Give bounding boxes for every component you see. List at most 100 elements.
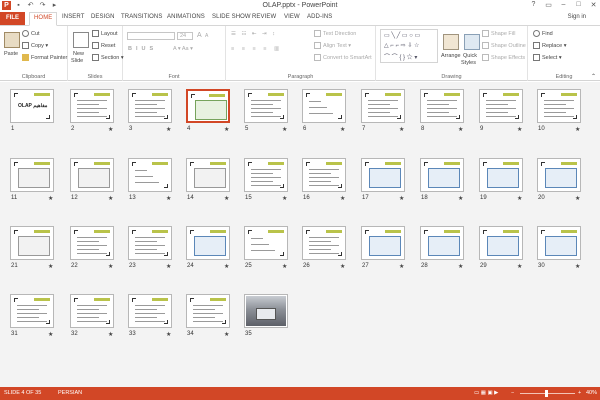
shape-effects-button[interactable]: Shape Effects (482, 54, 525, 61)
shape-outline-button[interactable]: Shape Outline (482, 42, 526, 49)
tab-design[interactable]: DESIGN (91, 14, 115, 20)
transition-star-icon[interactable]: ★ (458, 126, 463, 133)
slide-thumbnail[interactable] (70, 226, 114, 260)
transition-star-icon[interactable]: ★ (108, 195, 113, 202)
slide-thumbnail[interactable] (70, 158, 114, 192)
slide-thumbnail[interactable] (420, 158, 464, 192)
transition-star-icon[interactable]: ★ (166, 331, 171, 338)
transition-star-icon[interactable]: ★ (224, 195, 229, 202)
slide-thumbnail[interactable] (128, 89, 172, 123)
transition-star-icon[interactable]: ★ (282, 195, 287, 202)
tab-animations[interactable]: ANIMATIONS (167, 14, 205, 20)
paste-button[interactable]: Paste (4, 51, 18, 57)
alignment-buttons[interactable]: ≡ ≡ ≡ ≡ ▥ (231, 46, 282, 52)
transition-star-icon[interactable]: ★ (48, 331, 53, 338)
transition-star-icon[interactable]: ★ (48, 195, 53, 202)
arrange-button[interactable]: Arrange (441, 53, 461, 59)
quick-styles-icon[interactable] (464, 34, 480, 50)
layout-button[interactable]: Layout (92, 30, 118, 37)
slide-thumbnail[interactable] (479, 158, 523, 192)
tab-review[interactable]: REVIEW (252, 14, 276, 20)
transition-star-icon[interactable]: ★ (340, 126, 345, 133)
transition-star-icon[interactable]: ★ (517, 263, 522, 270)
sign-in-link[interactable]: Sign in (568, 14, 586, 20)
paste-icon[interactable] (4, 32, 20, 48)
new-slide-button[interactable]: New (73, 51, 84, 57)
font-color-button[interactable]: A ▾ Aa ▾ (173, 46, 193, 52)
grow-font-button[interactable]: A (197, 32, 202, 39)
slide-thumbnail[interactable] (128, 158, 172, 192)
transition-star-icon[interactable]: ★ (575, 126, 580, 133)
slide-thumbnail[interactable] (537, 226, 581, 260)
slide-thumbnail[interactable] (186, 89, 230, 123)
align-text-button[interactable]: Align Text ▾ (314, 42, 351, 49)
close-button[interactable]: ✕ (589, 1, 598, 9)
new-slide-icon[interactable] (73, 32, 89, 48)
font-format-buttons[interactable]: BIUS (128, 46, 157, 52)
view-buttons[interactable]: ▭ ▦ ▣ ▶ (474, 390, 498, 396)
slide-thumbnail[interactable] (361, 226, 405, 260)
slide-thumbnail[interactable] (128, 226, 172, 260)
list-buttons[interactable]: ☰ ☷ ⇤ ⇥ ↕ (231, 31, 277, 37)
collapse-ribbon-icon[interactable]: ⌃ (591, 73, 596, 80)
slide-thumbnail[interactable] (10, 226, 54, 260)
zoom-slider-thumb[interactable] (545, 390, 548, 397)
transition-star-icon[interactable]: ★ (399, 126, 404, 133)
convert-smartart-button[interactable]: Convert to SmartArt (314, 54, 372, 61)
text-direction-button[interactable]: Text Direction (314, 30, 356, 37)
slide-thumbnail[interactable] (420, 89, 464, 123)
ribbon-display-button[interactable]: ▭ (544, 1, 553, 9)
format-painter-button[interactable]: Format Painter (22, 54, 67, 61)
tab-insert[interactable]: INSERT (62, 14, 85, 20)
transition-star-icon[interactable]: ★ (166, 195, 171, 202)
copy-button[interactable]: Copy ▾ (22, 42, 48, 49)
select-button[interactable]: Select ▾ (533, 54, 562, 61)
slide-thumbnail[interactable] (537, 158, 581, 192)
slide-thumbnail[interactable] (302, 158, 346, 192)
cut-button[interactable]: Cut (22, 30, 40, 37)
font-size-combo[interactable]: 24 (177, 32, 193, 40)
transition-star-icon[interactable]: ★ (458, 195, 463, 202)
zoom-in-button[interactable]: + (578, 390, 581, 396)
arrange-icon[interactable] (443, 34, 459, 50)
tab-view[interactable]: VIEW (284, 14, 300, 20)
tab-add-ins[interactable]: ADD-INS (307, 14, 332, 20)
transition-star-icon[interactable]: ★ (575, 195, 580, 202)
transition-star-icon[interactable]: ★ (517, 126, 522, 133)
shrink-font-button[interactable]: A (205, 33, 208, 39)
zoom-level[interactable]: 40% (586, 390, 597, 396)
slide-thumbnail[interactable] (70, 294, 114, 328)
transition-star-icon[interactable]: ★ (340, 195, 345, 202)
slide-thumbnail[interactable] (537, 89, 581, 123)
tab-transitions[interactable]: TRANSITIONS (121, 14, 162, 20)
reset-button[interactable]: Reset (92, 42, 115, 49)
font-name-combo[interactable] (127, 32, 175, 40)
minimize-button[interactable]: – (559, 1, 568, 9)
transition-star-icon[interactable]: ★ (224, 331, 229, 338)
transition-star-icon[interactable]: ★ (108, 263, 113, 270)
transition-star-icon[interactable]: ★ (458, 263, 463, 270)
slide-thumbnail[interactable] (186, 226, 230, 260)
tab-home[interactable]: HOME (29, 12, 58, 26)
zoom-out-button[interactable]: − (511, 390, 514, 396)
slide-thumbnail[interactable] (361, 158, 405, 192)
slide-thumbnail[interactable] (10, 294, 54, 328)
slide-thumbnail[interactable] (186, 294, 230, 328)
transition-star-icon[interactable]: ★ (108, 331, 113, 338)
transition-star-icon[interactable]: ★ (575, 263, 580, 270)
transition-star-icon[interactable]: ★ (340, 263, 345, 270)
help-button[interactable]: ? (529, 1, 538, 9)
language-indicator[interactable]: PERSIAN (58, 390, 82, 396)
slide-thumbnail[interactable] (479, 226, 523, 260)
slide-thumbnail[interactable] (420, 226, 464, 260)
slide-thumbnail[interactable] (244, 294, 288, 328)
transition-star-icon[interactable]: ★ (282, 126, 287, 133)
transition-star-icon[interactable]: ★ (166, 263, 171, 270)
replace-button[interactable]: Replace ▾ (533, 42, 566, 49)
slide-thumbnail[interactable] (244, 158, 288, 192)
slide-thumbnail[interactable] (10, 158, 54, 192)
find-button[interactable]: Find (533, 30, 553, 37)
transition-star-icon[interactable]: ★ (282, 263, 287, 270)
tab-file[interactable]: FILE (0, 12, 25, 25)
slide-thumbnail[interactable] (244, 226, 288, 260)
